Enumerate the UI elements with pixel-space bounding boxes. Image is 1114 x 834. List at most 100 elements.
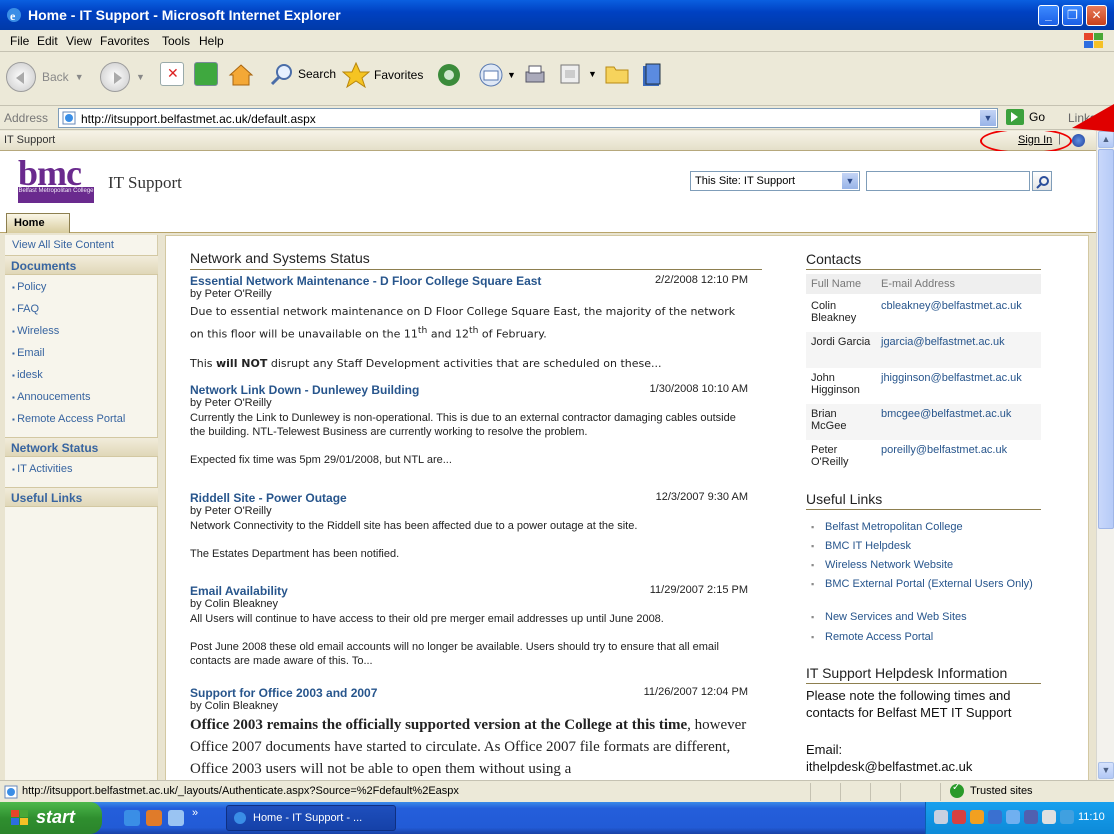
menu-tools[interactable]: Tools: [162, 34, 190, 48]
media-icon: [438, 64, 460, 86]
useful-links-title[interactable]: Useful Links: [806, 488, 1041, 510]
menu-favorites[interactable]: Favorites: [100, 34, 149, 48]
search-input[interactable]: [866, 171, 1030, 191]
go-button[interactable]: Go: [1006, 109, 1045, 125]
vertical-scrollbar[interactable]: ▲ ▼: [1096, 131, 1114, 780]
announcement-title[interactable]: Riddell Site - Power Outage: [190, 491, 347, 505]
table-row: Colin Bleakney cbleakney@belfastmet.ac.u…: [811, 300, 1022, 324]
tray-icon[interactable]: [1006, 810, 1020, 824]
favorites-button[interactable]: Favorites: [342, 62, 423, 88]
announcement-title[interactable]: Essential Network Maintenance - D Floor …: [190, 274, 541, 288]
ql-heading-documents[interactable]: Documents: [5, 255, 158, 275]
list-item[interactable]: Belfast Metropolitan College: [811, 520, 1036, 534]
site-title[interactable]: IT Support: [108, 173, 182, 193]
ql-item-it-activities[interactable]: IT Activities: [12, 463, 72, 475]
column-header-full-name[interactable]: Full Name: [811, 278, 861, 290]
bmc-logo[interactable]: bmc Belfast Metropolitan College: [18, 155, 94, 203]
taskbar-item-ie[interactable]: Home - IT Support - ...: [226, 805, 396, 831]
list-item[interactable]: BMC IT Helpdesk: [811, 539, 1036, 553]
ql-item-email[interactable]: Email: [12, 347, 45, 359]
ie-quicklaunch-icon[interactable]: [124, 810, 140, 826]
scroll-thumb[interactable]: [1098, 149, 1114, 529]
search-scope-select[interactable]: This Site: IT Support ▼: [690, 171, 860, 191]
contacts-header-row: Full Name E-mail Address: [806, 274, 1041, 294]
mail-button[interactable]: ▼: [478, 62, 516, 88]
tray-icon[interactable]: [988, 810, 1002, 824]
home-button[interactable]: [228, 62, 254, 88]
chevron-down-icon[interactable]: ▼: [588, 69, 597, 79]
maximize-button[interactable]: ❐: [1062, 5, 1083, 26]
helpdesk-title[interactable]: IT Support Helpdesk Information: [806, 662, 1041, 684]
address-dropdown-icon[interactable]: ▼: [980, 110, 996, 126]
minimize-button[interactable]: _: [1038, 5, 1059, 26]
sharepoint-top-bar: IT Support Sign In |: [0, 131, 1096, 154]
ql-item-policy[interactable]: Policy: [12, 281, 46, 293]
tray-icon[interactable]: [970, 810, 984, 824]
network-tray-icon[interactable]: [934, 810, 948, 824]
forward-button[interactable]: ▼: [100, 62, 145, 92]
window-title-bar[interactable]: e Home - IT Support - Microsoft Internet…: [0, 0, 1114, 30]
chevron-down-icon[interactable]: ▼: [507, 70, 516, 80]
folder-button[interactable]: [604, 62, 630, 86]
tray-icon[interactable]: [1060, 810, 1074, 824]
ql-heading-network-status[interactable]: Network Status: [5, 437, 158, 457]
search-go-button[interactable]: [1032, 171, 1052, 191]
quick-launch: View All Site Content Documents Policy F…: [5, 235, 158, 780]
announcement-title[interactable]: Support for Office 2003 and 2007: [190, 686, 377, 700]
page-body: View All Site Content Documents Policy F…: [0, 233, 1096, 780]
windows-logo-icon: [1084, 33, 1103, 48]
ql-heading-useful-links[interactable]: Useful Links: [5, 487, 158, 507]
research-button[interactable]: [640, 62, 664, 88]
site-breadcrumb[interactable]: IT Support: [4, 134, 55, 146]
status-panel: [900, 783, 901, 801]
ie-logo-icon: e: [7, 8, 21, 23]
stop-button[interactable]: ✕: [160, 62, 184, 86]
search-button[interactable]: Search: [270, 62, 336, 86]
refresh-button[interactable]: [194, 62, 218, 86]
tray-icon[interactable]: [952, 810, 966, 824]
tray-icon[interactable]: [1024, 810, 1038, 824]
helpdesk-email[interactable]: ithelpdesk@belfastmet.ac.uk: [806, 758, 1046, 775]
webpart-title[interactable]: Network and Systems Status: [190, 248, 762, 270]
menu-help[interactable]: Help: [199, 34, 224, 48]
page-viewport: IT Support Sign In | bmc Belfast Metropo…: [0, 131, 1096, 780]
list-item[interactable]: Wireless Network Website: [811, 558, 1036, 572]
status-panel: [840, 783, 841, 801]
outlook-quicklaunch-icon[interactable]: [146, 810, 162, 826]
mail-icon: [479, 63, 503, 87]
menu-edit[interactable]: Edit: [37, 34, 58, 48]
view-all-site-content-link[interactable]: View All Site Content: [12, 239, 114, 251]
chevron-down-icon[interactable]: ▼: [75, 72, 84, 82]
help-icon[interactable]: [1072, 134, 1085, 147]
chevron-right-icon[interactable]: »: [192, 807, 198, 819]
scroll-down-icon[interactable]: ▼: [1098, 762, 1114, 779]
ql-item-idesk[interactable]: idesk: [12, 369, 43, 381]
list-item[interactable]: Remote Access Portal: [811, 630, 1036, 644]
chevron-down-icon[interactable]: ▼: [136, 72, 145, 82]
ql-item-annoucements[interactable]: Annoucements: [12, 391, 90, 403]
announcement-title[interactable]: Network Link Down - Dunlewey Building: [190, 383, 419, 397]
menu-file[interactable]: File: [10, 34, 29, 48]
ql-item-faq[interactable]: FAQ: [12, 303, 39, 315]
announcement-title[interactable]: Email Availability: [190, 584, 288, 598]
list-item[interactable]: BMC External Portal (External Users Only…: [811, 577, 1036, 591]
close-button[interactable]: ✕: [1086, 5, 1107, 26]
scroll-up-icon[interactable]: ▲: [1098, 131, 1114, 148]
ie-page-icon: [62, 111, 76, 125]
print-button[interactable]: [522, 62, 548, 88]
back-button[interactable]: Back ▼: [6, 62, 84, 92]
volume-tray-icon[interactable]: [1042, 810, 1056, 824]
address-input[interactable]: http://itsupport.belfastmet.ac.uk/defaul…: [58, 108, 998, 128]
security-zone[interactable]: Trusted sites: [950, 782, 1033, 798]
edit-button[interactable]: ▼: [558, 62, 597, 86]
list-item[interactable]: New Services and Web Sites: [811, 610, 1036, 624]
media-button[interactable]: [436, 62, 462, 88]
ql-item-remote-access-portal[interactable]: Remote Access Portal: [12, 413, 125, 425]
ie-quicklaunch-icon-2[interactable]: [168, 810, 184, 826]
menu-view[interactable]: View: [66, 34, 92, 48]
column-header-email[interactable]: E-mail Address: [881, 278, 955, 290]
contacts-title[interactable]: Contacts: [806, 248, 1041, 270]
ql-item-wireless[interactable]: Wireless: [12, 325, 59, 337]
start-button[interactable]: start: [0, 802, 102, 834]
tab-home[interactable]: Home: [6, 213, 70, 233]
